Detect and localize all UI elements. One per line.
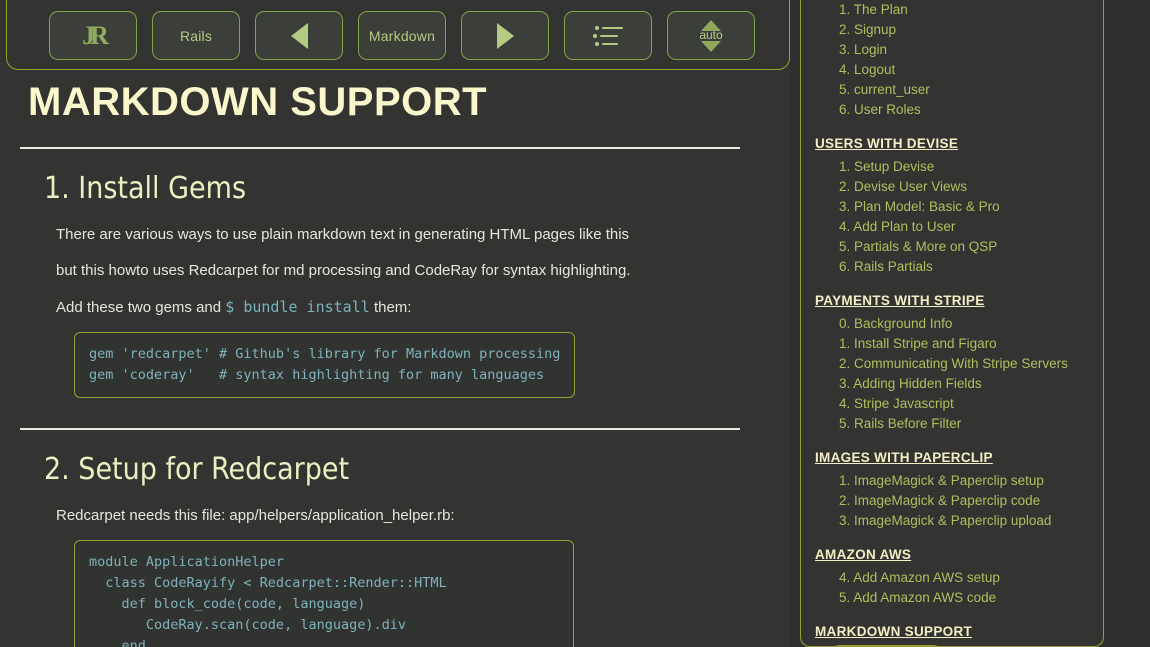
sidebar-item[interactable]: 3. ImageMagick & Paperclip upload xyxy=(839,511,1103,531)
sidebar-item[interactable]: 4. Add Plan to User xyxy=(839,217,1103,237)
content-panel: JR Rails Markdown auto MARKDOWN SUPPORT … xyxy=(0,0,790,647)
section-heading-setup-redcarpet: 2. Setup for Redcarpet xyxy=(44,452,350,487)
sidebar-item[interactable]: 2. Devise User Views xyxy=(839,177,1103,197)
section-divider-wrap xyxy=(0,428,790,430)
markdown-button-label: Markdown xyxy=(368,27,436,44)
sidebar-item[interactable]: 1. The Plan xyxy=(839,0,1103,20)
sidebar-item[interactable]: 2. Communicating With Stripe Servers xyxy=(839,354,1103,374)
code-block-gemfile: gem 'redcarpet' # Github's library for M… xyxy=(74,332,576,398)
sidebar-section-heading: PAYMENTS WITH STRIPE xyxy=(815,293,985,308)
sidebar-item[interactable]: 1. ImageMagick & Paperclip setup xyxy=(839,471,1103,491)
paragraph-suffix: them: xyxy=(369,299,412,316)
paragraph: Redcarpet needs this file: app/helpers/a… xyxy=(56,507,455,524)
arrow-right-icon xyxy=(496,22,514,49)
paragraph-prefix: Add these two gems and xyxy=(56,299,226,316)
sidebar-item[interactable]: 4. Stripe Javascript xyxy=(839,394,1103,414)
bulleted-list-icon xyxy=(593,24,623,48)
sidebar-item[interactable]: 3. Plan Model: Basic & Pro xyxy=(839,197,1103,217)
sidebar-item[interactable]: 3. Login xyxy=(839,40,1103,60)
sidebar-item[interactable]: 4. Add Amazon AWS setup xyxy=(839,568,1103,588)
sidebar-item[interactable]: 5. Partials & More on QSP xyxy=(839,237,1103,257)
paragraph-with-inline-code: Add these two gems and $ bundle install … xyxy=(56,297,790,318)
sidebar-item[interactable]: 5. Rails Before Filter xyxy=(839,414,1103,434)
auto-scroll-button[interactable]: auto xyxy=(667,11,755,60)
paragraph: There are various ways to use plain mark… xyxy=(56,226,630,243)
sidebar-item[interactable]: 1. Install Stripe and Figaro xyxy=(839,334,1103,354)
sidebar-navigation-list[interactable]: 1. The Plan 2. Signup 3. Login 4. Logout 5. … xyxy=(801,0,1103,646)
up-down-arrows-icon: auto xyxy=(694,19,728,52)
app-root: JR Rails Markdown auto MARKDOWN SUPPORT … xyxy=(0,0,1150,647)
section-divider xyxy=(20,428,740,430)
code-block-application-helper: module ApplicationHelper class CodeRayif… xyxy=(74,540,574,647)
next-button[interactable] xyxy=(461,11,549,60)
sidebar-item[interactable]: 5. Add Amazon AWS code xyxy=(839,588,1103,608)
sidebar-section-heading: MARKDOWN SUPPORT xyxy=(815,624,973,639)
previous-button[interactable] xyxy=(255,11,343,60)
sidebar-item[interactable]: 3. Adding Hidden Fields xyxy=(839,374,1103,394)
rails-button-label: Rails xyxy=(179,27,213,44)
sidebar-item[interactable]: 5. current_user xyxy=(839,80,1103,100)
page-title: MARKDOWN SUPPORT xyxy=(28,80,488,124)
sidebar-item[interactable]: 2. ImageMagick & Paperclip code xyxy=(839,491,1103,511)
rails-button[interactable]: Rails xyxy=(152,11,240,60)
sidebar-item[interactable]: 6. Rails Partials xyxy=(839,257,1103,277)
sidebar-section-heading: USERS WITH DEVISE xyxy=(815,136,959,151)
sidebar-section-heading: AMAZON AWS xyxy=(815,547,912,562)
sidebar-panel: 1. The Plan 2. Signup 3. Login 4. Logout 5. … xyxy=(800,0,1104,647)
sidebar-section-heading: IMAGES WITH PAPERCLIP xyxy=(815,450,993,465)
table-of-contents-button[interactable] xyxy=(564,11,652,60)
toolbar: JR Rails Markdown auto xyxy=(49,11,755,60)
paragraph: but this howto uses Redcarpet for md pro… xyxy=(56,262,631,279)
sidebar-item[interactable]: 2. Signup xyxy=(839,20,1103,40)
home-logo-button[interactable]: JR xyxy=(49,11,137,60)
document-body: MARKDOWN SUPPORT 1. Install Gems There a… xyxy=(0,76,790,647)
sidebar-item[interactable]: 1. Setup Devise xyxy=(839,157,1103,177)
markdown-button[interactable]: Markdown xyxy=(358,11,446,60)
title-divider xyxy=(20,147,740,149)
sidebar-item[interactable]: 4. Logout xyxy=(839,60,1103,80)
arrow-left-icon xyxy=(290,22,308,49)
sidebar-item[interactable]: 0. Background Info xyxy=(839,314,1103,334)
inline-code: $ bundle install xyxy=(225,298,370,316)
jr-logo-icon: JR xyxy=(82,20,109,50)
section-heading-install-gems: 1. Install Gems xyxy=(44,171,247,206)
auto-button-label: auto xyxy=(699,27,723,42)
toolbar-frame: JR Rails Markdown auto xyxy=(6,0,790,70)
sidebar-item[interactable]: 6. User Roles xyxy=(839,100,1103,120)
